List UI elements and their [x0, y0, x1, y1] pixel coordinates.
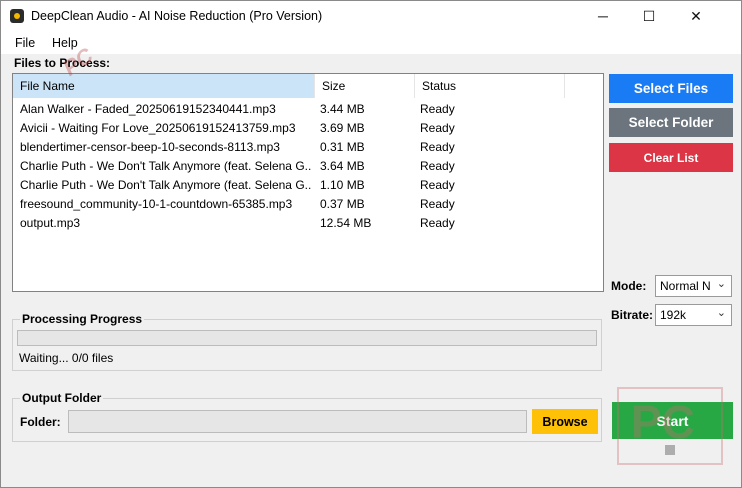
cell-status: Ready: [420, 140, 455, 154]
cell-status: Ready: [420, 159, 455, 173]
cell-size: 12.54 MB: [320, 216, 372, 230]
title-bar: DeepClean Audio - AI Noise Reduction (Pr…: [1, 1, 741, 32]
table-row[interactable]: Charlie Puth - We Don't Talk Anymore (fe…: [13, 176, 573, 195]
table-row[interactable]: Alan Walker - Faded_20250619152340441.mp…: [13, 100, 573, 119]
table-row[interactable]: output.mp3 12.54 MB Ready: [13, 214, 573, 233]
files-section-label: Files to Process:: [14, 56, 111, 70]
chevron-down-icon: ⌄: [716, 278, 726, 290]
folder-label: Folder:: [20, 415, 61, 429]
maximize-icon: ☐: [642, 8, 656, 24]
maximize-button[interactable]: ☐: [626, 1, 672, 32]
file-list-header: File Name Size Status: [13, 74, 603, 98]
cell-file-name: Charlie Puth - We Don't Talk Anymore (fe…: [20, 159, 312, 173]
cell-status: Ready: [420, 178, 455, 192]
table-row[interactable]: blendertimer-censor-beep-10-seconds-8113…: [13, 138, 573, 157]
cell-size: 3.64 MB: [320, 159, 365, 173]
table-row[interactable]: Avicii - Waiting For Love_20250619152413…: [13, 119, 573, 138]
cell-file-name: Charlie Puth - We Don't Talk Anymore (fe…: [20, 178, 312, 192]
cell-file-name: blendertimer-censor-beep-10-seconds-8113…: [20, 140, 280, 154]
mode-select[interactable]: Normal N ⌄: [655, 275, 732, 297]
clear-list-button[interactable]: Clear List: [609, 143, 733, 172]
table-row[interactable]: Charlie Puth - We Don't Talk Anymore (fe…: [13, 157, 573, 176]
bitrate-label: Bitrate:: [611, 308, 654, 322]
cell-status: Ready: [420, 102, 455, 116]
cell-file-name: Alan Walker - Faded_20250619152340441.mp…: [20, 102, 276, 116]
cell-status: Ready: [420, 121, 455, 135]
cell-file-name: Avicii - Waiting For Love_20250619152413…: [20, 121, 296, 135]
column-header-size[interactable]: Size: [315, 74, 415, 98]
cell-size: 3.44 MB: [320, 102, 365, 116]
minimize-icon: ─: [598, 8, 608, 24]
mode-select-value: Normal N: [660, 279, 711, 293]
folder-path-input[interactable]: [68, 410, 527, 433]
menu-file[interactable]: File: [15, 36, 35, 50]
select-folder-button[interactable]: Select Folder: [609, 108, 733, 137]
mode-label: Mode:: [611, 279, 647, 293]
cell-size: 3.69 MB: [320, 121, 365, 135]
cell-file-name: output.mp3: [20, 216, 81, 230]
cell-size: 0.31 MB: [320, 140, 365, 154]
cell-file-name: freesound_community-10-1-countdown-65385…: [20, 197, 293, 211]
cell-size: 0.37 MB: [320, 197, 365, 211]
progress-group-label: Processing Progress: [20, 312, 145, 326]
window-title: DeepClean Audio - AI Noise Reduction (Pr…: [31, 9, 323, 23]
column-header-file-name[interactable]: File Name: [13, 74, 315, 98]
start-button[interactable]: Start: [612, 402, 733, 439]
file-list[interactable]: File Name Size Status Alan Walker - Fade…: [12, 73, 604, 292]
cell-status: Ready: [420, 216, 455, 230]
menu-help[interactable]: Help: [52, 36, 78, 50]
minimize-button[interactable]: ─: [580, 1, 626, 32]
select-files-button[interactable]: Select Files: [609, 74, 733, 103]
cell-size: 1.10 MB: [320, 178, 365, 192]
app-window: DeepClean Audio - AI Noise Reduction (Pr…: [0, 0, 742, 488]
column-header-status[interactable]: Status: [415, 74, 565, 98]
output-folder-label: Output Folder: [20, 391, 104, 405]
bitrate-select[interactable]: 192k ⌄: [655, 304, 732, 326]
table-row[interactable]: freesound_community-10-1-countdown-65385…: [13, 195, 573, 214]
progress-bar: [17, 330, 597, 346]
bitrate-select-value: 192k: [660, 308, 687, 322]
browse-button[interactable]: Browse: [532, 409, 598, 434]
close-icon: ✕: [690, 8, 702, 24]
app-logo-icon: [10, 9, 24, 23]
close-button[interactable]: ✕: [673, 1, 719, 32]
watermark-dot: [665, 445, 675, 455]
menu-bar: File Help: [1, 32, 741, 54]
chevron-down-icon: ⌄: [716, 307, 726, 319]
cell-status: Ready: [420, 197, 455, 211]
progress-status-text: Waiting... 0/0 files: [19, 351, 114, 365]
